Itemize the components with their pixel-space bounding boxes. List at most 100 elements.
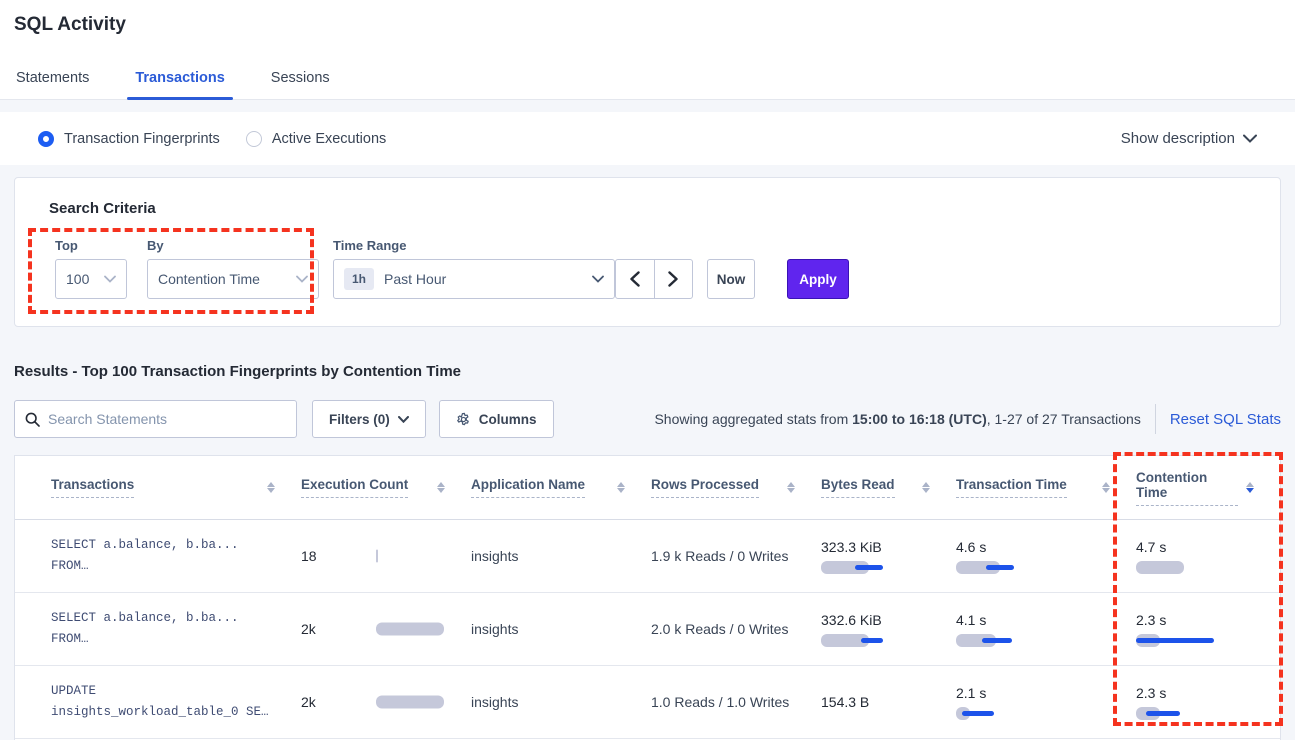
reset-sql-stats-link[interactable]: Reset SQL Stats	[1170, 411, 1281, 428]
execution-count-bar	[376, 696, 444, 709]
time-range-interval-badge: 1h	[344, 268, 374, 290]
radio-label: Transaction Fingerprints	[64, 131, 220, 147]
column-header-bytes-read: Bytes Read	[821, 477, 956, 498]
sort-icon-bytes-read[interactable]	[914, 482, 930, 493]
bytes-read-bar	[821, 561, 956, 574]
tab-sessions[interactable]: Sessions	[269, 60, 332, 99]
stats-status: Showing aggregated stats from 15:00 to 1…	[654, 404, 1281, 434]
show-description-toggle[interactable]: Show description	[1121, 130, 1257, 147]
page-title: SQL Activity	[14, 14, 126, 36]
previous-time-range-button[interactable]	[616, 260, 655, 298]
table-row[interactable]: SELECT a.balance, b.ba... FROM… 2k insig…	[15, 593, 1280, 666]
status-text: Showing aggregated stats from 15:00 to 1…	[654, 411, 1140, 427]
time-range-value: Past Hour	[384, 271, 446, 287]
table-header-row: Transactions Execution Count Application…	[15, 456, 1280, 520]
results-toolbar: Filters (0) Columns Showing aggregated s…	[14, 400, 1281, 438]
top-select-value: 100	[66, 271, 89, 287]
bytes-read-cell: 332.6 KiB	[821, 612, 956, 647]
sort-icon-execution-count[interactable]	[429, 482, 445, 493]
column-header-label[interactable]: Transaction Time	[956, 477, 1067, 498]
chevron-left-icon	[630, 271, 640, 287]
column-header-label[interactable]: Bytes Read	[821, 477, 895, 498]
chevron-down-icon	[104, 275, 116, 283]
bytes-read-cell: 154.3 B	[821, 694, 956, 710]
radio-selected-icon	[38, 131, 54, 147]
execution-count-cell: 18	[301, 520, 471, 592]
filters-button[interactable]: Filters (0)	[312, 400, 426, 438]
column-header-label[interactable]: Application Name	[471, 477, 585, 498]
rows-processed-cell: 1.9 k Reads / 0 Writes	[651, 548, 821, 564]
search-icon	[25, 412, 40, 427]
sort-icon-application-name[interactable]	[609, 482, 625, 493]
contention-time-bar	[1136, 561, 1280, 574]
status-time-range: 15:00 to 16:18 (UTC)	[852, 411, 987, 427]
contention-time-cell: 2.3 s	[1136, 612, 1280, 647]
bytes-read-bar	[821, 634, 956, 647]
search-criteria-panel: Search Criteria Top 100 By Contention Ti…	[14, 177, 1281, 327]
chevron-down-icon	[398, 416, 409, 423]
columns-button[interactable]: Columns	[439, 400, 554, 438]
execution-count-cell: 2k	[301, 593, 471, 665]
chevron-down-icon	[1243, 134, 1257, 143]
column-header-execution-count: Execution Count	[301, 477, 471, 498]
application-name-cell: insights	[471, 548, 651, 564]
time-range-select[interactable]: 1h Past Hour	[333, 259, 615, 299]
tab-statements[interactable]: Statements	[14, 60, 91, 99]
radio-transaction-fingerprints[interactable]: Transaction Fingerprints	[38, 131, 220, 147]
application-name-cell: insights	[471, 694, 651, 710]
contention-time-cell: 4.7 s	[1136, 539, 1280, 574]
transaction-fingerprint-link[interactable]: UPDATE insights_workload_table_0 SE…	[51, 681, 301, 722]
column-header-label[interactable]: Rows Processed	[651, 477, 759, 498]
column-header-label[interactable]: Execution Count	[301, 477, 408, 498]
search-statements-input[interactable]	[48, 411, 286, 427]
transaction-time-bar	[956, 561, 1136, 574]
top-select[interactable]: 100	[55, 259, 127, 299]
filters-label: Filters (0)	[329, 412, 390, 427]
time-range-label: Time Range	[333, 238, 406, 253]
search-statements-box	[14, 400, 297, 438]
column-header-label[interactable]: Contention Time	[1136, 470, 1238, 506]
transaction-time-bar	[956, 707, 1136, 720]
rows-processed-cell: 2.0 k Reads / 0 Writes	[651, 621, 821, 637]
contention-time-bar	[1136, 634, 1280, 647]
chevron-down-icon	[296, 275, 308, 283]
table-row[interactable]: SELECT a.balance, b.ba... FROM… 18 insig…	[15, 520, 1280, 593]
transaction-fingerprint-link[interactable]: SELECT a.balance, b.ba... FROM…	[51, 608, 301, 649]
columns-label: Columns	[479, 412, 537, 427]
radio-active-executions[interactable]: Active Executions	[246, 131, 386, 147]
column-header-label[interactable]: Transactions	[51, 477, 134, 498]
contention-time-bar	[1136, 707, 1280, 720]
by-select-value: Contention Time	[158, 271, 260, 287]
transaction-time-cell: 4.6 s	[956, 539, 1136, 574]
by-select[interactable]: Contention Time	[147, 259, 319, 299]
table-row[interactable]: UPDATE insights_workload_table_0 SE… 2k …	[15, 666, 1280, 739]
radio-unselected-icon	[246, 131, 262, 147]
rows-processed-cell: 1.0 Reads / 1.0 Writes	[651, 694, 821, 710]
sort-icon-transactions[interactable]	[259, 482, 275, 493]
sort-icon-transaction-time[interactable]	[1094, 482, 1110, 493]
divider	[1155, 404, 1156, 434]
by-label: By	[147, 238, 164, 253]
contention-time-cell: 2.3 s	[1136, 685, 1280, 720]
transaction-time-cell: 2.1 s	[956, 685, 1136, 720]
sort-icon-rows-processed[interactable]	[779, 482, 795, 493]
transaction-time-bar	[956, 634, 1136, 647]
column-header-transactions: Transactions	[51, 477, 301, 498]
now-button[interactable]: Now	[707, 259, 755, 299]
page-header: SQL Activity Statements Transactions Ses…	[0, 0, 1295, 100]
column-header-transaction-time: Transaction Time	[956, 477, 1136, 498]
execution-count-bar	[376, 550, 378, 563]
view-radio-group: Transaction Fingerprints Active Executio…	[38, 131, 386, 147]
next-time-range-button[interactable]	[655, 260, 693, 298]
tab-transactions[interactable]: Transactions	[133, 60, 226, 99]
chevron-right-icon	[668, 271, 678, 287]
execution-count-bar	[376, 623, 444, 636]
search-criteria-title: Search Criteria	[49, 200, 156, 217]
apply-button[interactable]: Apply	[787, 259, 849, 299]
sort-icon-contention-time-desc[interactable]	[1238, 482, 1254, 493]
chevron-down-icon	[592, 275, 604, 283]
transaction-fingerprint-link[interactable]: SELECT a.balance, b.ba... FROM…	[51, 535, 301, 576]
bytes-read-cell: 323.3 KiB	[821, 539, 956, 574]
column-header-rows-processed: Rows Processed	[651, 477, 821, 498]
gear-icon	[456, 412, 471, 427]
